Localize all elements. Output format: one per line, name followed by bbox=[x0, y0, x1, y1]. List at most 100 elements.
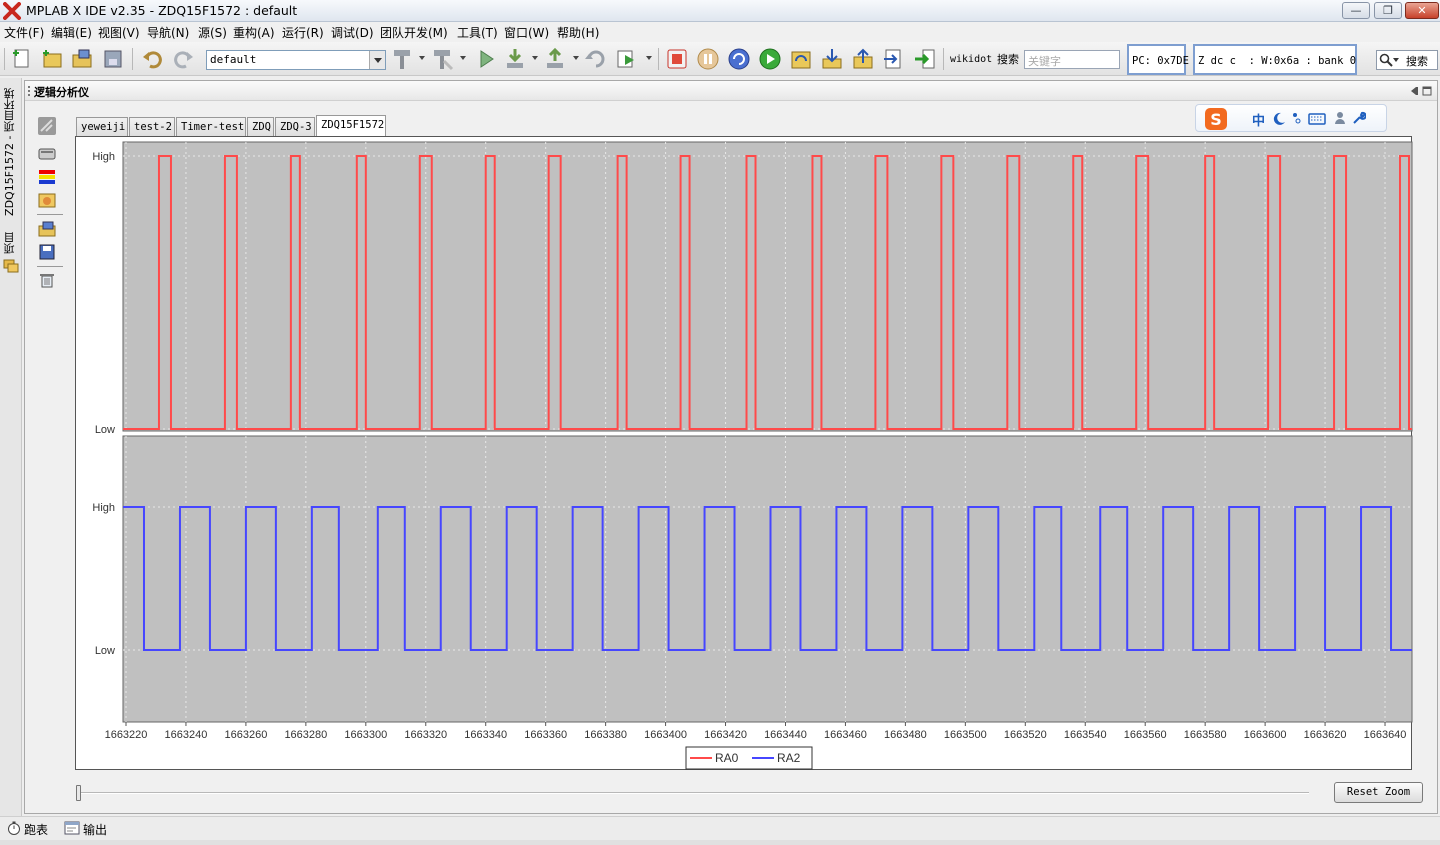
x-tick-label: 1663240 bbox=[165, 729, 208, 741]
delete-icon[interactable] bbox=[38, 272, 56, 288]
minimize-button[interactable]: — bbox=[1342, 2, 1370, 19]
zoom-slider-thumb[interactable] bbox=[76, 785, 81, 801]
chevron-down-icon[interactable] bbox=[532, 56, 538, 60]
run-icon[interactable] bbox=[474, 47, 498, 71]
projects-icon bbox=[3, 259, 19, 273]
reset-debug-icon[interactable] bbox=[727, 47, 751, 71]
maximize-button[interactable]: ❐ bbox=[1374, 2, 1402, 19]
read-device-icon[interactable] bbox=[543, 47, 567, 71]
tab-timer-test[interactable]: Timer-test bbox=[176, 117, 246, 136]
redo-icon[interactable] bbox=[171, 47, 195, 71]
channel-config-icon[interactable] bbox=[38, 117, 56, 135]
continue-icon[interactable] bbox=[758, 47, 782, 71]
window-list-icon[interactable] bbox=[1409, 86, 1419, 96]
chevron-down-icon[interactable] bbox=[460, 56, 466, 60]
settings-wrench-icon[interactable] bbox=[1352, 111, 1366, 125]
capture-settings-icon[interactable] bbox=[38, 192, 56, 208]
chevron-down-icon[interactable] bbox=[369, 51, 385, 69]
ime-language-label[interactable]: 中 bbox=[1252, 110, 1265, 129]
menu-debug[interactable]: 调试(D) bbox=[331, 24, 374, 41]
device-icon[interactable] bbox=[38, 146, 56, 162]
user-icon[interactable] bbox=[1334, 111, 1346, 125]
menu-navigate[interactable]: 导航(N) bbox=[147, 24, 189, 41]
clean-build-icon[interactable] bbox=[430, 47, 454, 71]
open-project-icon[interactable] bbox=[70, 47, 94, 71]
menu-run[interactable]: 运行(R) bbox=[282, 24, 324, 41]
menu-source[interactable]: 源(S) bbox=[198, 24, 227, 41]
tab-projects[interactable]: 项目 bbox=[2, 232, 18, 254]
step-over-icon[interactable] bbox=[789, 47, 813, 71]
configuration-select[interactable]: default bbox=[206, 50, 386, 70]
legend-label-ra0: RA0 bbox=[715, 751, 739, 765]
save-all-icon[interactable] bbox=[101, 47, 125, 71]
global-search-label: 搜索 bbox=[1406, 55, 1428, 68]
tab-test-2[interactable]: test-2 bbox=[129, 117, 175, 136]
new-project-icon[interactable] bbox=[40, 47, 64, 71]
tab-zdq[interactable]: ZDQ bbox=[247, 117, 274, 136]
program-device-icon[interactable] bbox=[503, 47, 527, 71]
drag-grip-icon[interactable] bbox=[28, 86, 31, 96]
y-tick-label-low: Low bbox=[95, 424, 115, 436]
chevron-down-icon[interactable] bbox=[1393, 58, 1399, 62]
pause-icon[interactable] bbox=[696, 47, 720, 71]
stopwatch-icon bbox=[8, 821, 20, 835]
tab-zdq-3[interactable]: ZDQ-3 bbox=[275, 117, 315, 136]
save-icon[interactable] bbox=[38, 244, 56, 260]
x-tick-label: 1663520 bbox=[1004, 729, 1047, 741]
chevron-down-icon[interactable] bbox=[573, 56, 579, 60]
keyword-search-input[interactable]: 关键字 bbox=[1024, 50, 1120, 69]
plot-area bbox=[122, 435, 1413, 723]
step-out-icon[interactable] bbox=[851, 47, 875, 71]
bottom-tool-bar: 跑表 输出 bbox=[0, 816, 1440, 840]
menu-help[interactable]: 帮助(H) bbox=[557, 24, 599, 41]
reset-zoom-button[interactable]: Reset Zoom bbox=[1334, 782, 1423, 803]
window-title: MPLAB X IDE v2.35 - ZDQ15F1572 : default bbox=[26, 3, 298, 18]
chevron-down-icon[interactable] bbox=[646, 56, 652, 60]
global-search-input[interactable]: 搜索 bbox=[1376, 50, 1438, 70]
build-hammer-icon[interactable] bbox=[390, 47, 414, 71]
x-tick-label: 1663480 bbox=[884, 729, 927, 741]
x-tick-label: 1663460 bbox=[824, 729, 867, 741]
debug-project-icon[interactable] bbox=[615, 47, 639, 71]
menu-view[interactable]: 视图(V) bbox=[98, 24, 140, 41]
run-to-cursor-icon[interactable] bbox=[882, 47, 906, 71]
x-tick-label: 1663280 bbox=[284, 729, 327, 741]
moon-icon[interactable] bbox=[1272, 112, 1286, 126]
ime-toolbar[interactable]: S 中 bbox=[1195, 104, 1387, 132]
keyboard-icon[interactable] bbox=[1308, 113, 1326, 125]
open-file-icon[interactable] bbox=[38, 221, 56, 237]
menu-edit[interactable]: 编辑(E) bbox=[51, 24, 92, 41]
new-file-icon[interactable] bbox=[10, 47, 34, 71]
x-tick-label: 1663440 bbox=[764, 729, 807, 741]
x-tick-label: 1663560 bbox=[1124, 729, 1167, 741]
zoom-slider-track[interactable] bbox=[77, 792, 1309, 794]
tab-project-environment[interactable]: ZDQ15F1572 - 项目环境 bbox=[2, 88, 18, 216]
window-bottom-edge bbox=[0, 840, 1440, 845]
tab-yeweiji[interactable]: yeweiji bbox=[76, 117, 128, 136]
logic-analyzer-chart[interactable]: High Low High Low 1663220 1663240 1663260 16632… bbox=[75, 136, 1413, 770]
tab-zdq15f1572[interactable]: ZDQ15F1572 bbox=[316, 115, 386, 136]
menu-tools[interactable]: 工具(T) bbox=[457, 24, 498, 41]
chevron-down-icon[interactable] bbox=[419, 56, 425, 60]
stopwatch-tab[interactable]: 跑表 bbox=[24, 821, 48, 838]
menu-team[interactable]: 团队开发(M) bbox=[380, 24, 448, 41]
set-pc-icon[interactable] bbox=[913, 47, 937, 71]
x-tick-label: 1663300 bbox=[344, 729, 387, 741]
color-palette-icon[interactable] bbox=[38, 169, 56, 185]
close-button[interactable]: ✕ bbox=[1405, 2, 1439, 19]
x-tick-label: 1663380 bbox=[584, 729, 627, 741]
punctuation-icon[interactable] bbox=[1292, 112, 1302, 124]
maximize-window-icon[interactable] bbox=[1422, 86, 1432, 96]
window-header: 逻辑分析仪 bbox=[25, 81, 1437, 101]
undo-icon[interactable] bbox=[141, 47, 165, 71]
reset-icon[interactable] bbox=[584, 47, 608, 71]
waveform-chart-svg: High Low High Low 1663220 1663240 1663260 16632… bbox=[92, 141, 1413, 770]
menu-refactor[interactable]: 重构(A) bbox=[233, 24, 275, 41]
finish-debug-icon[interactable] bbox=[665, 47, 689, 71]
menu-window[interactable]: 窗口(W) bbox=[504, 24, 549, 41]
zoom-slider[interactable] bbox=[75, 783, 1311, 801]
search-label: 搜索 bbox=[997, 53, 1019, 66]
step-into-icon[interactable] bbox=[820, 47, 844, 71]
menu-file[interactable]: 文件(F) bbox=[4, 24, 44, 41]
output-tab[interactable]: 输出 bbox=[83, 821, 107, 838]
